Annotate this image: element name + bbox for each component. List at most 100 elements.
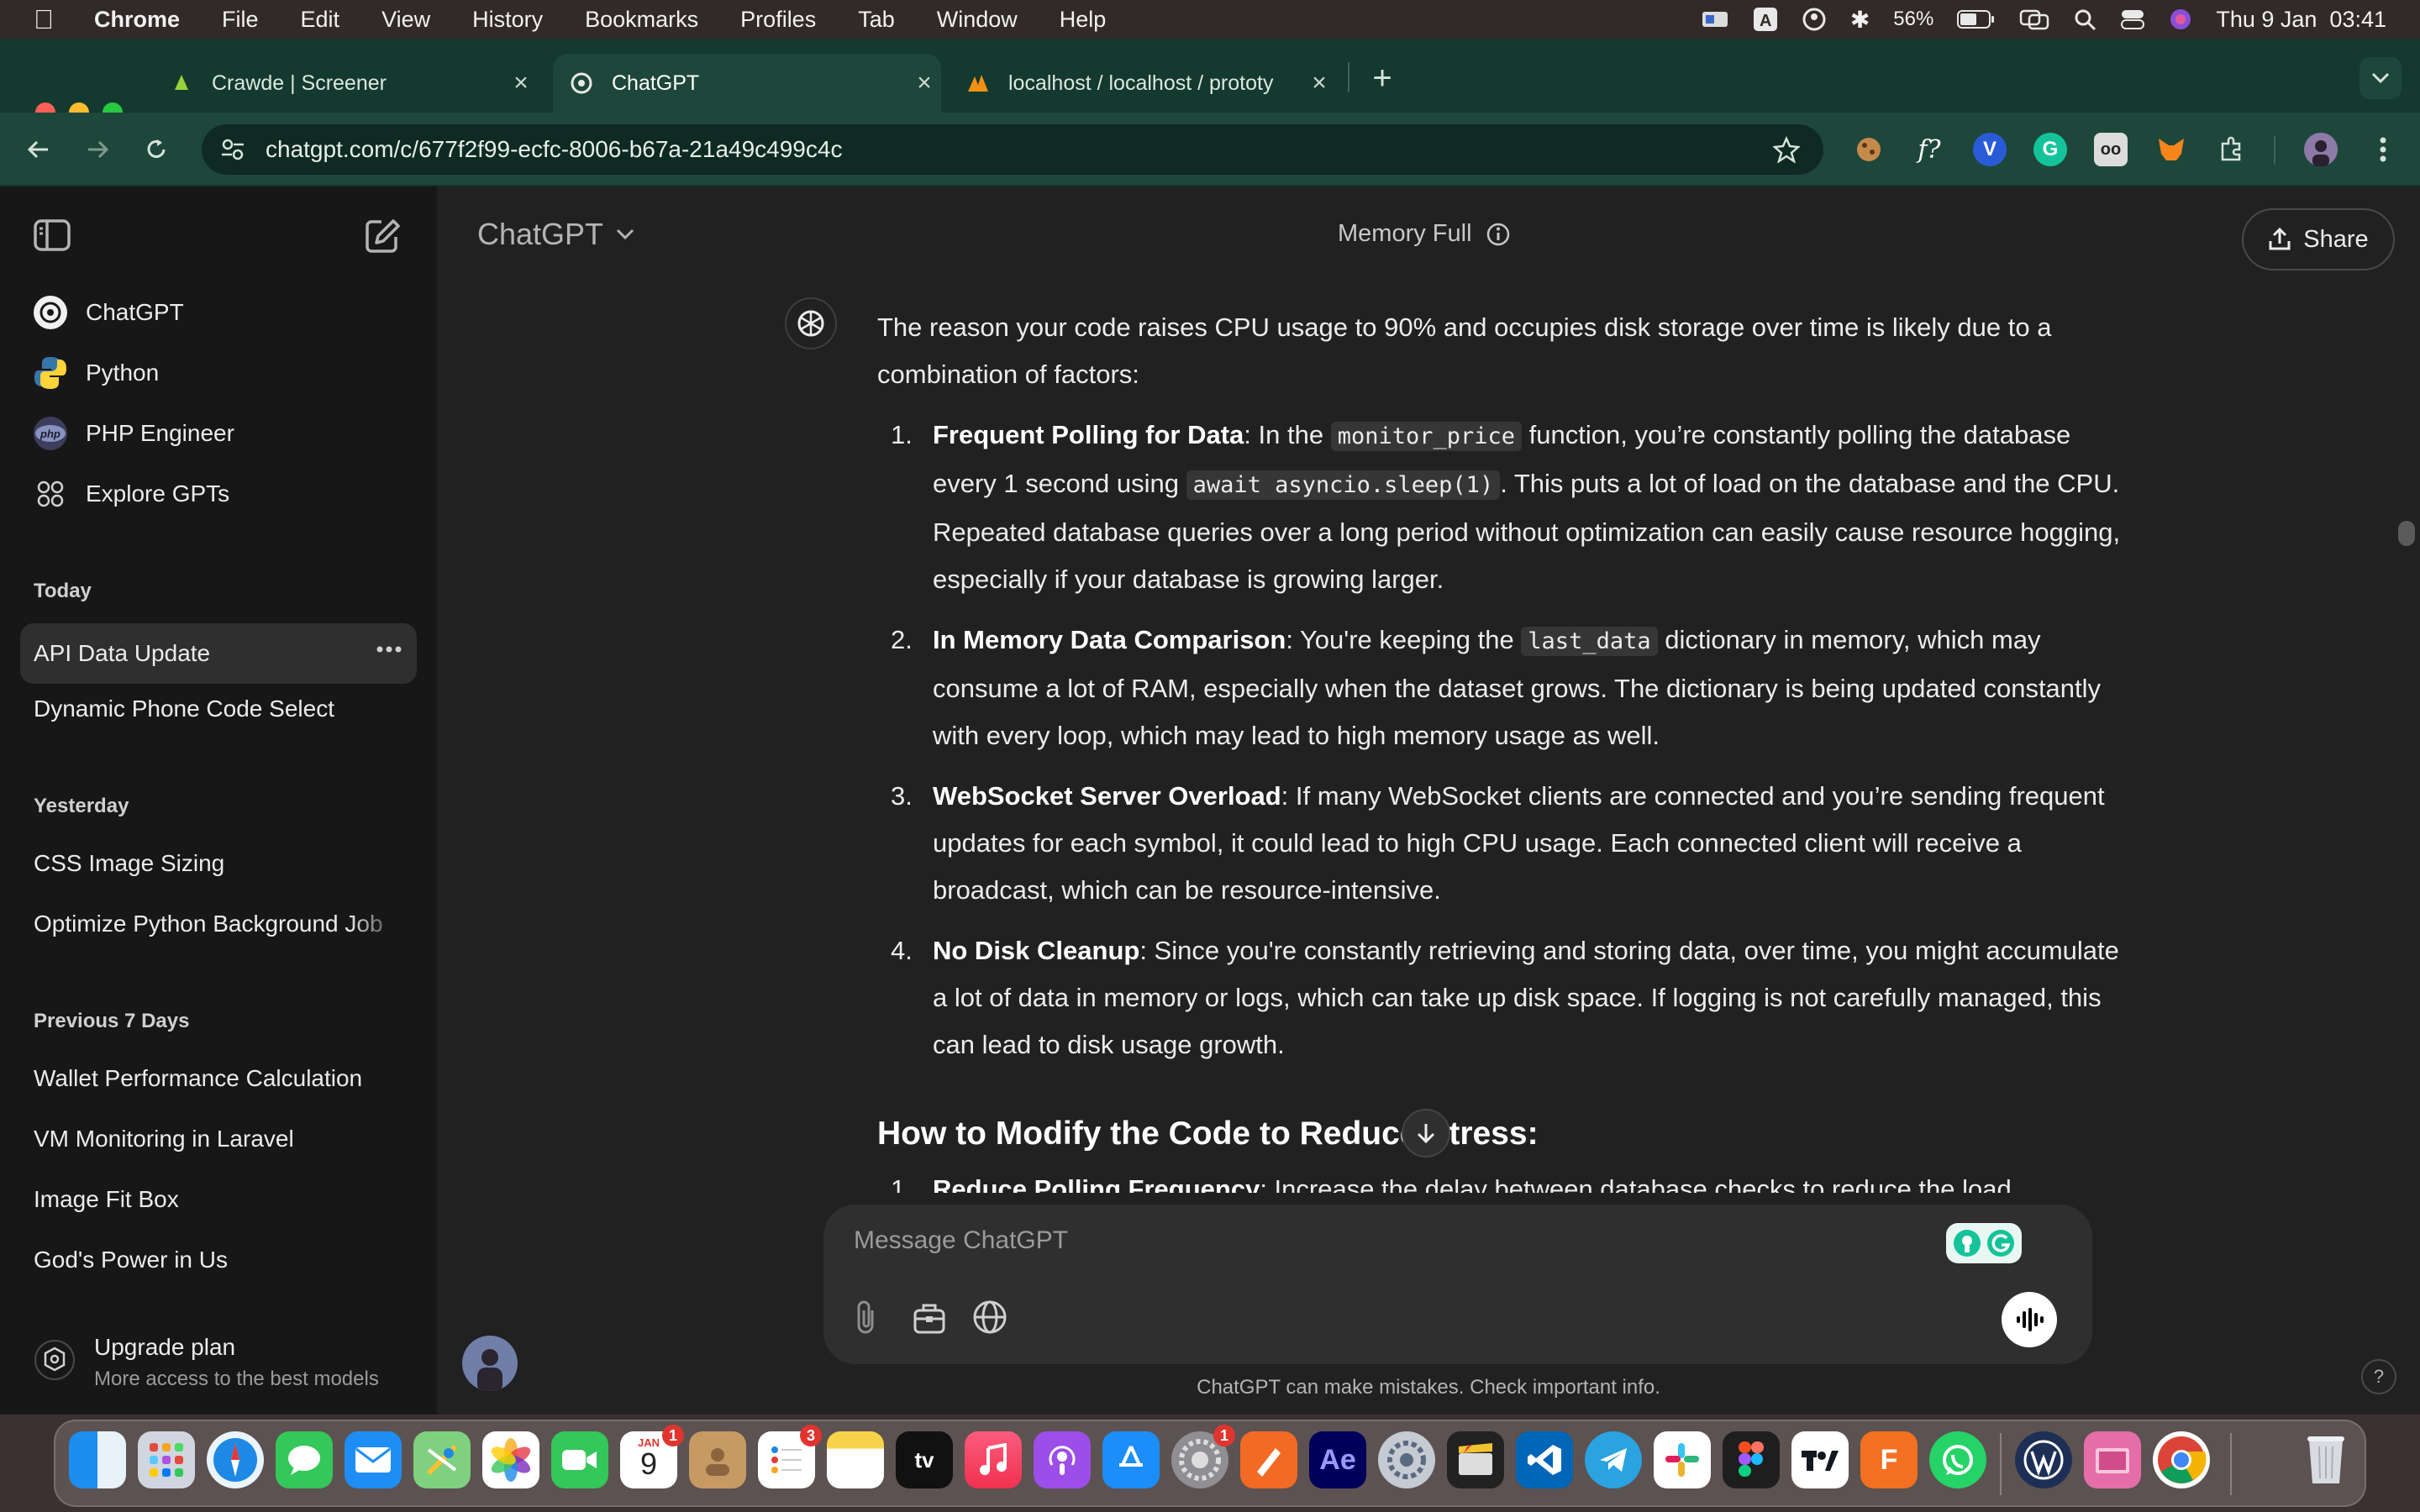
scroll-to-bottom-button[interactable] — [1402, 1109, 1450, 1158]
photos-icon[interactable] — [482, 1431, 539, 1488]
reload-button[interactable] — [138, 131, 175, 168]
mail-icon[interactable] — [345, 1431, 402, 1488]
tab-search-button[interactable] — [2360, 57, 2402, 99]
menu-app-name[interactable]: Chrome — [94, 7, 180, 33]
calendar-icon[interactable]: JAN 9 1 — [620, 1425, 684, 1488]
siri-icon[interactable] — [2169, 8, 2192, 31]
apple-tv-icon[interactable]: tv — [896, 1431, 953, 1488]
facetime-icon[interactable] — [551, 1431, 608, 1488]
spotlight-search-icon[interactable] — [2073, 8, 2096, 31]
message-input[interactable]: Message ChatGPT — [854, 1226, 1068, 1255]
chat-item[interactable]: CSS Image Sizing — [34, 850, 403, 877]
pen-app-icon[interactable] — [1240, 1431, 1297, 1488]
chat-item[interactable]: VM Monitoring in Laravel — [34, 1126, 403, 1152]
close-tab-icon[interactable]: × — [908, 69, 941, 97]
tools-button[interactable] — [911, 1299, 948, 1336]
menu-window[interactable]: Window — [937, 7, 1018, 33]
tradingview-icon[interactable] — [1791, 1431, 1849, 1488]
maps-icon[interactable] — [413, 1431, 471, 1488]
chat-options-icon[interactable] — [376, 645, 402, 654]
chat-item[interactable]: Image Fit Box — [34, 1186, 403, 1213]
finder-icon[interactable] — [69, 1431, 126, 1488]
music-icon[interactable] — [965, 1431, 1022, 1488]
system-settings-icon[interactable]: 1 — [1171, 1425, 1235, 1488]
close-tab-icon[interactable]: × — [504, 69, 538, 97]
notes-icon[interactable] — [827, 1431, 884, 1488]
menu-history[interactable]: History — [472, 7, 543, 33]
vscode-icon[interactable] — [1516, 1431, 1573, 1488]
extensions-puzzle-icon[interactable] — [2215, 133, 2249, 166]
menu-help[interactable]: Help — [1060, 7, 1107, 33]
trash-icon[interactable] — [2297, 1431, 2354, 1488]
menu-file[interactable]: File — [222, 7, 259, 33]
after-effects-icon[interactable]: Ae — [1309, 1431, 1366, 1488]
bookmark-star-icon[interactable] — [1773, 136, 1800, 163]
utility-app-icon[interactable] — [1378, 1431, 1435, 1488]
chat-item[interactable]: God's Power in Us — [34, 1247, 403, 1273]
menubar-clock[interactable]: Thu 9 Jan 03:41 — [2216, 7, 2386, 33]
figma-icon[interactable] — [1723, 1431, 1780, 1488]
fx-extension-icon[interactable]: f? — [1912, 133, 1946, 166]
preview-icon[interactable] — [2084, 1431, 2141, 1488]
close-tab-icon[interactable]: × — [1302, 69, 1336, 97]
menu-edit[interactable]: Edit — [301, 7, 340, 33]
tab-localhost[interactable]: localhost / localhost / prototy × — [950, 54, 1336, 113]
menu-bookmarks[interactable]: Bookmarks — [585, 7, 698, 33]
fus-icon[interactable]: F — [1860, 1431, 1918, 1488]
final-cut-icon[interactable] — [1447, 1431, 1504, 1488]
control-center-icon[interactable] — [2120, 8, 2145, 31]
site-info-icon[interactable] — [220, 137, 245, 162]
battery-icon[interactable] — [1957, 9, 1996, 29]
gpt-php-engineer[interactable]: php PHP Engineer — [20, 403, 417, 464]
address-bar[interactable]: chatgpt.com/c/677f2f99-ecfc-8006-b67a-21… — [202, 124, 1823, 175]
podcasts-icon[interactable] — [1034, 1431, 1091, 1488]
menu-view[interactable]: View — [381, 7, 430, 33]
model-selector[interactable]: ChatGPT — [477, 217, 635, 252]
memory-status[interactable]: Memory Full — [1338, 220, 1511, 248]
glasses-extension-icon[interactable]: oo — [2094, 133, 2128, 166]
wordpress-icon[interactable] — [2015, 1431, 2072, 1488]
cookie-extension-icon[interactable] — [1852, 133, 1886, 166]
menu-profiles[interactable]: Profiles — [740, 7, 816, 33]
tab-crawde[interactable]: Crawde | Screener × — [134, 54, 538, 113]
voice-mode-button[interactable] — [2002, 1292, 2057, 1347]
new-tab-button[interactable]: + — [1361, 57, 1403, 99]
display-icon[interactable] — [1701, 8, 1729, 30]
gpt-python[interactable]: Python — [20, 343, 417, 403]
tab-chatgpt[interactable]: ChatGPT × — [553, 54, 941, 113]
app-store-icon[interactable] — [1102, 1431, 1160, 1488]
input-source-icon[interactable]: A — [1753, 7, 1778, 32]
bluetooth-icon[interactable]: ✱ — [1850, 6, 1870, 34]
user-avatar[interactable] — [462, 1336, 518, 1391]
reminders-icon[interactable]: 3 — [758, 1425, 822, 1488]
chat-item[interactable]: Optimize Python Background Job — [34, 911, 403, 937]
metamask-extension-icon[interactable] — [2154, 133, 2188, 166]
web-search-button[interactable] — [971, 1299, 1008, 1336]
safari-icon[interactable] — [207, 1431, 264, 1488]
grammarly-widget[interactable] — [1946, 1223, 2022, 1263]
chat-item-active[interactable]: API Data Update — [20, 623, 417, 684]
telegram-icon[interactable] — [1585, 1431, 1642, 1488]
slack-icon[interactable] — [1654, 1431, 1711, 1488]
screen-mirroring-icon[interactable] — [2019, 8, 2049, 31]
user-account-icon[interactable] — [1802, 7, 1827, 32]
explore-gpts[interactable]: Explore GPTs — [20, 464, 417, 524]
profile-avatar[interactable] — [2304, 133, 2338, 166]
upgrade-plan-button[interactable]: Upgrade plan More access to the best mod… — [17, 1317, 420, 1401]
share-button[interactable]: Share — [2242, 208, 2395, 270]
help-button[interactable]: ? — [2361, 1359, 2396, 1394]
chat-item[interactable]: Wallet Performance Calculation — [34, 1065, 403, 1092]
v-extension-icon[interactable]: V — [1973, 133, 2007, 166]
url-text[interactable]: chatgpt.com/c/677f2f99-ecfc-8006-b67a-21… — [266, 136, 842, 163]
messages-icon[interactable] — [276, 1431, 333, 1488]
whatsapp-icon[interactable] — [1929, 1431, 1986, 1488]
chrome-menu-button[interactable] — [2365, 131, 2402, 168]
apple-menu-icon[interactable]:  — [34, 4, 54, 35]
scrollbar-thumb[interactable] — [2398, 521, 2415, 546]
menu-tab[interactable]: Tab — [858, 7, 895, 33]
chrome-icon[interactable] — [2153, 1431, 2210, 1488]
attach-button[interactable] — [850, 1299, 881, 1336]
launchpad-icon[interactable] — [138, 1431, 195, 1488]
chat-item[interactable]: Dynamic Phone Code Select — [34, 696, 403, 722]
toggle-sidebar-button[interactable] — [32, 217, 74, 254]
